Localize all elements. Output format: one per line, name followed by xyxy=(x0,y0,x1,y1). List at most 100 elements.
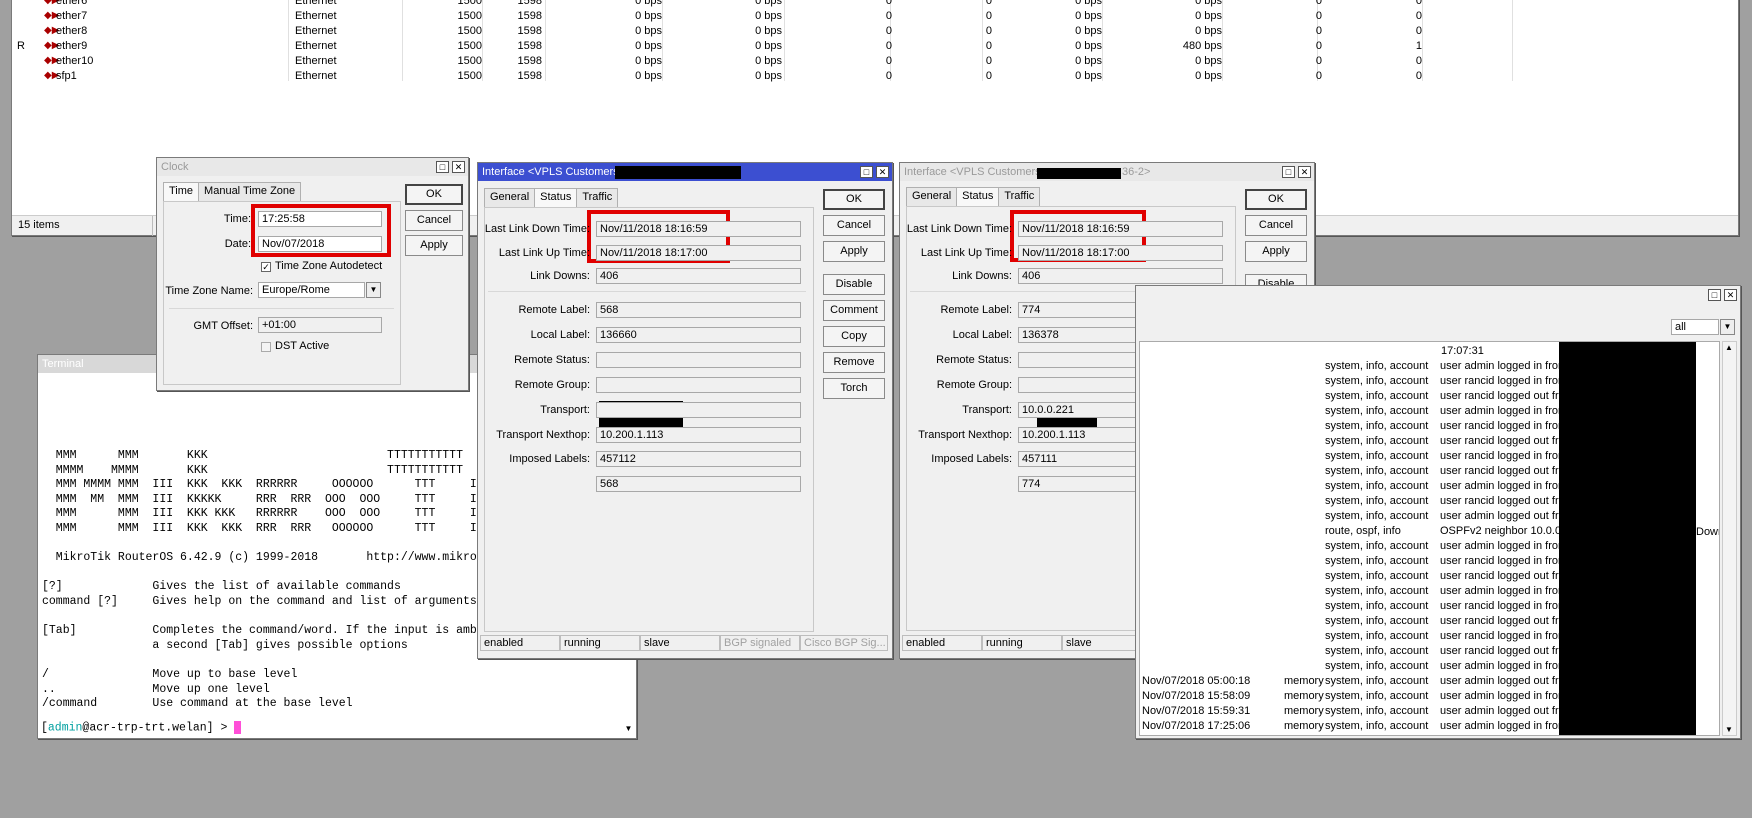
maximize-icon[interactable]: □ xyxy=(860,166,873,178)
link-downs-label: Link Downs: xyxy=(952,270,1012,282)
last-link-up-field: Nov/11/2018 18:17:00 xyxy=(1018,245,1223,261)
maximize-icon[interactable]: □ xyxy=(1708,289,1721,301)
terminal-prompt[interactable]: [admin@acr-trp-trt.welan] > xyxy=(41,721,242,736)
dst-checkbox[interactable] xyxy=(261,342,271,352)
cell-name: ether9 xyxy=(56,40,88,52)
scroll-up-icon[interactable]: ▲ xyxy=(1725,343,1733,352)
cell-c6: 0 xyxy=(1415,0,1422,7)
maximize-icon[interactable]: □ xyxy=(1282,166,1295,178)
tz-dropdown-icon[interactable]: ▼ xyxy=(366,282,381,298)
table-row[interactable]: ◆▶ Rether9 Ethernet 1500 1598 0 bps 0 bps 0 0 0 b… xyxy=(12,39,1738,54)
cell-name: ether10 xyxy=(56,55,94,67)
tab-general[interactable]: General xyxy=(484,188,536,207)
autodetect-checkbox[interactable]: ✓ xyxy=(261,262,271,272)
cancel-button[interactable]: Cancel xyxy=(1245,215,1307,236)
ok-button[interactable]: OK xyxy=(823,189,885,210)
scroll-down-icon[interactable]: ▼ xyxy=(1725,725,1733,734)
log-filter-select[interactable]: all xyxy=(1671,319,1719,335)
cell-type: Ethernet xyxy=(295,10,337,22)
gmt-offset-field: +01:00 xyxy=(258,317,382,333)
disable-button[interactable]: Disable xyxy=(823,274,885,295)
log-message: user rancid logged out fro xyxy=(1440,570,1565,582)
tab-status[interactable]: Status xyxy=(956,187,1000,206)
tab-manual-time-zone[interactable]: Manual Time Zone xyxy=(198,182,302,201)
cell-c2: 0 xyxy=(985,70,992,82)
log-topics: system, info, account xyxy=(1325,630,1429,642)
log-topics: system, info, account xyxy=(1325,720,1429,732)
table-row[interactable]: ◆▶ ether8 Ethernet 1500 1598 0 bps 0 bps 0 0 0 bp… xyxy=(12,24,1738,39)
cell-c3: 0 bps xyxy=(1075,10,1102,22)
tz-select[interactable]: Europe/Rome xyxy=(258,282,365,298)
ok-button[interactable]: OK xyxy=(405,184,463,205)
apply-button[interactable]: Apply xyxy=(1245,241,1307,262)
table-row[interactable]: ◆▶ sfp1 Ethernet 1500 1598 0 bps 0 bps 0 0 0 bps 0… xyxy=(12,69,1738,84)
close-icon[interactable]: ✕ xyxy=(452,161,465,173)
apply-button[interactable]: Apply xyxy=(405,235,463,256)
copy-button[interactable]: Copy xyxy=(823,326,885,347)
torch-button[interactable]: Torch xyxy=(823,378,885,399)
cell-mtu: 1500 xyxy=(457,25,482,37)
status-cell: enabled xyxy=(480,635,560,651)
table-row[interactable]: ◆▶ ether6 Ethernet 1500 1598 0 bps 0 bps 0 0 0 bp… xyxy=(12,0,1738,9)
table-row[interactable]: ◆▶ ether10 Ethernet 1500 1598 0 bps 0 bps 0 0 0 b… xyxy=(12,54,1738,69)
status-cell: slave xyxy=(640,635,720,651)
cell-name: sfp1 xyxy=(56,70,77,82)
tab-traffic[interactable]: Traffic xyxy=(998,187,1041,206)
log-topics: system, info, account xyxy=(1325,734,1428,735)
cell-c5: 0 xyxy=(1315,25,1322,37)
transport-nexthop-label: Transport Nexthop: xyxy=(496,429,590,441)
log-topics: system, info, account xyxy=(1325,675,1429,687)
terminal-scroll-down[interactable]: ▼ xyxy=(623,724,634,735)
table-row[interactable]: ◆▶ ether7 Ethernet 1500 1598 0 bps 0 bps 0 0 0 bp… xyxy=(12,9,1738,24)
terminal-title: Terminal xyxy=(42,358,84,370)
imposed-labels-2-field: 568 xyxy=(596,476,801,492)
log-message: user admin logged in from xyxy=(1440,734,1567,735)
clock-window[interactable]: Clock □ ✕ Time Manual Time Zone Time: 17:… xyxy=(156,157,469,391)
last-link-down-field: Nov/11/2018 18:16:59 xyxy=(1018,221,1223,237)
redacted-name xyxy=(615,166,741,179)
cell-type: Ethernet xyxy=(295,25,337,37)
remove-button[interactable]: Remove xyxy=(823,352,885,373)
cell-rx: 0 bps xyxy=(755,70,782,82)
cell-c2: 0 xyxy=(985,40,992,52)
tab-time[interactable]: Time xyxy=(163,182,200,201)
remote-status-label: Remote Status: xyxy=(936,354,1012,366)
interface-2-title: Interface <VPLS Customers xyxy=(904,166,1041,178)
filter-dropdown-icon[interactable]: ▼ xyxy=(1720,319,1735,335)
last-link-up-label: Last Link Up Time: xyxy=(498,247,590,259)
last-link-up-label: Last Link Up Time: xyxy=(920,247,1012,259)
cell-c4: 0 bps xyxy=(1195,0,1222,7)
cell-rx: 0 bps xyxy=(755,10,782,22)
log-scrollbar[interactable]: ▲ ▼ xyxy=(1722,341,1737,736)
cell-c5: 0 xyxy=(1315,70,1322,82)
interface-window-1[interactable]: Interface <VPLS Customers □ ✕ General Sta… xyxy=(477,162,893,659)
log-message: user rancid logged in from xyxy=(1440,375,1568,387)
maximize-icon[interactable]: □ xyxy=(436,161,449,173)
link-downs-field: 406 xyxy=(1018,268,1223,284)
apply-button[interactable]: Apply xyxy=(823,241,885,262)
tab-general[interactable]: General xyxy=(906,187,958,206)
log-message: user admin logged in from xyxy=(1440,720,1568,732)
close-icon[interactable]: ✕ xyxy=(1298,166,1311,178)
clock-titlebar[interactable]: Clock □ ✕ xyxy=(157,158,468,176)
terminal-line: /command Use command at the base level xyxy=(42,697,353,711)
log-message: user rancid logged out fro xyxy=(1440,390,1565,402)
log-message: user rancid logged out fro xyxy=(1440,645,1565,657)
ok-button[interactable]: OK xyxy=(1245,189,1307,210)
remote-label-label: Remote Label: xyxy=(940,304,1012,316)
cancel-button[interactable]: Cancel xyxy=(823,215,885,236)
close-icon[interactable]: ✕ xyxy=(876,166,889,178)
log-window[interactable]: □ ✕ all ▼ 17:07:31 system, info, account… xyxy=(1135,285,1741,739)
tab-traffic[interactable]: Traffic xyxy=(576,188,619,207)
log-titlebar[interactable]: □ ✕ xyxy=(1136,286,1740,304)
tab-status[interactable]: Status xyxy=(534,188,578,207)
cell-c5: 0 xyxy=(1315,0,1322,7)
close-icon[interactable]: ✕ xyxy=(1724,289,1737,301)
comment-button[interactable]: Comment xyxy=(823,300,885,321)
cancel-button[interactable]: Cancel xyxy=(405,210,463,231)
log-topics: system, info, account xyxy=(1325,495,1429,507)
log-topics: system, info, account xyxy=(1325,690,1429,702)
time-date-highlight xyxy=(251,204,391,257)
cell-c4: 480 bps xyxy=(1182,40,1222,52)
local-label-label: Local Label: xyxy=(952,329,1012,341)
